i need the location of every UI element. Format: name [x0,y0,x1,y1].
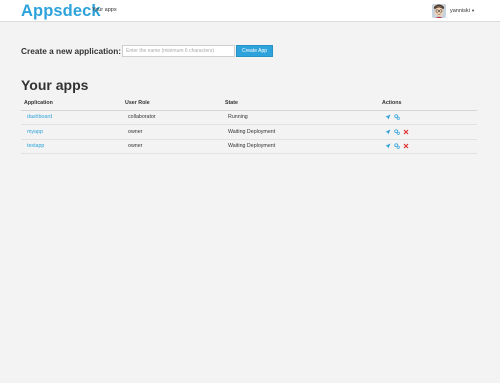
column-header-user-role: User Role [122,97,222,111]
app-name-input[interactable] [122,45,235,57]
deploy-icon[interactable] [385,143,391,149]
app-link-dashboard[interactable]: dashboard [27,114,52,120]
column-header-application: Application [21,97,122,111]
apps-table: Application User Role State Actions dash… [21,97,477,154]
user-role-cell: owner [122,124,222,140]
table-header-row: Application User Role State Actions [21,97,477,111]
column-header-actions: Actions [379,97,477,111]
table-row: testapp owner Waiting Deployment [21,139,477,154]
brand-logo[interactable]: Appsdeck [21,1,101,21]
create-app-button[interactable]: Create App [236,45,273,57]
avatar[interactable] [432,4,446,18]
top-navbar: Appsdeck Your apps yanniski ▾ [0,0,500,22]
deploy-icon[interactable] [385,129,391,135]
row-actions [385,114,471,121]
column-header-state: State [222,97,379,111]
state-cell: Waiting Deployment [222,124,379,140]
table-row: dashboard collaborator Running [21,110,477,125]
row-actions [385,129,471,135]
row-actions [385,143,471,150]
table-row: myapp owner Waiting Deployment [21,124,477,140]
delete-icon[interactable] [403,143,409,149]
state-cell: Waiting Deployment [222,139,379,154]
avatar-image [432,4,446,18]
settings-icon[interactable] [394,114,400,121]
username[interactable]: yanniski [450,8,470,14]
settings-icon[interactable] [394,129,400,135]
app-link-myapp[interactable]: myapp [27,129,43,135]
nav-link-your-apps[interactable]: Your apps [92,6,117,14]
app-link-testapp[interactable]: testapp [27,143,44,149]
create-app-label: Create a new application: [21,46,122,56]
chevron-down-icon[interactable]: ▾ [472,8,474,14]
user-role-cell: owner [122,139,222,154]
state-cell: Running [222,110,379,125]
user-menu[interactable]: yanniski ▾ [432,3,474,19]
delete-icon[interactable] [403,129,409,135]
settings-icon[interactable] [394,143,400,150]
page-title: Your apps [21,77,89,93]
user-role-cell: collaborator [122,110,222,125]
deploy-icon[interactable] [385,114,391,120]
